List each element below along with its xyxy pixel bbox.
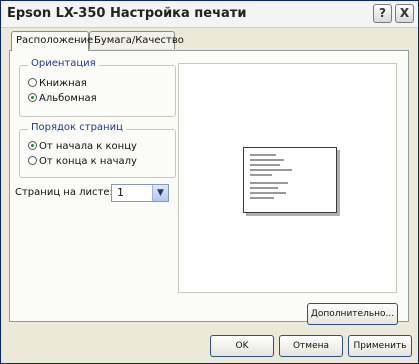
tab-layout[interactable]: Расположение [11, 31, 93, 51]
radio-landscape[interactable]: Альбомная [28, 93, 97, 104]
radio-landscape-circle[interactable] [28, 93, 37, 102]
layout-preview [178, 63, 397, 293]
radio-portrait-circle[interactable] [28, 78, 37, 87]
ok-button[interactable]: OK [210, 335, 274, 357]
orientation-group: Ориентация Книжная Альбомная [19, 58, 176, 117]
page-order-legend: Порядок страниц [28, 122, 126, 133]
chevron-down-icon[interactable]: ▼ [152, 185, 168, 201]
title-bar: Epson LX-350 Настройка печати ? X [1, 1, 418, 28]
radio-portrait-label: Книжная [39, 78, 87, 89]
radio-front-to-back-label: От начала к концу [39, 141, 137, 152]
apply-button[interactable]: Применить [348, 335, 412, 357]
page-order-group: Порядок страниц От начала к концу От кон… [19, 122, 176, 178]
pages-per-sheet-value: 1 [117, 186, 124, 199]
window-title: Epson LX-350 Настройка печати [7, 6, 247, 21]
radio-back-to-front[interactable]: От конца к началу [28, 156, 137, 167]
tab-paper-quality[interactable]: Бумага/Качество [89, 31, 184, 49]
print-settings-dialog: Epson LX-350 Настройка печати ? X Распол… [0, 0, 419, 364]
radio-back-to-front-circle[interactable] [28, 156, 37, 165]
orientation-legend: Ориентация [28, 58, 99, 69]
radio-front-to-back-circle[interactable] [28, 141, 37, 150]
cancel-button[interactable]: Отмена [279, 335, 343, 357]
radio-landscape-label: Альбомная [39, 93, 97, 104]
pages-per-sheet-select[interactable]: 1 ▼ [111, 184, 169, 202]
radio-front-to-back[interactable]: От начала к концу [28, 141, 137, 152]
pages-per-sheet-label: Страниц на листе: [15, 187, 113, 198]
help-button[interactable]: ? [373, 4, 392, 23]
close-button[interactable]: X [395, 4, 414, 23]
tab-panel: Ориентация Книжная Альбомная Порядок стр… [9, 50, 409, 325]
advanced-button[interactable]: Дополнительно... [307, 303, 398, 325]
radio-portrait[interactable]: Книжная [28, 78, 87, 89]
radio-back-to-front-label: От конца к началу [39, 156, 137, 167]
preview-page [243, 147, 337, 213]
